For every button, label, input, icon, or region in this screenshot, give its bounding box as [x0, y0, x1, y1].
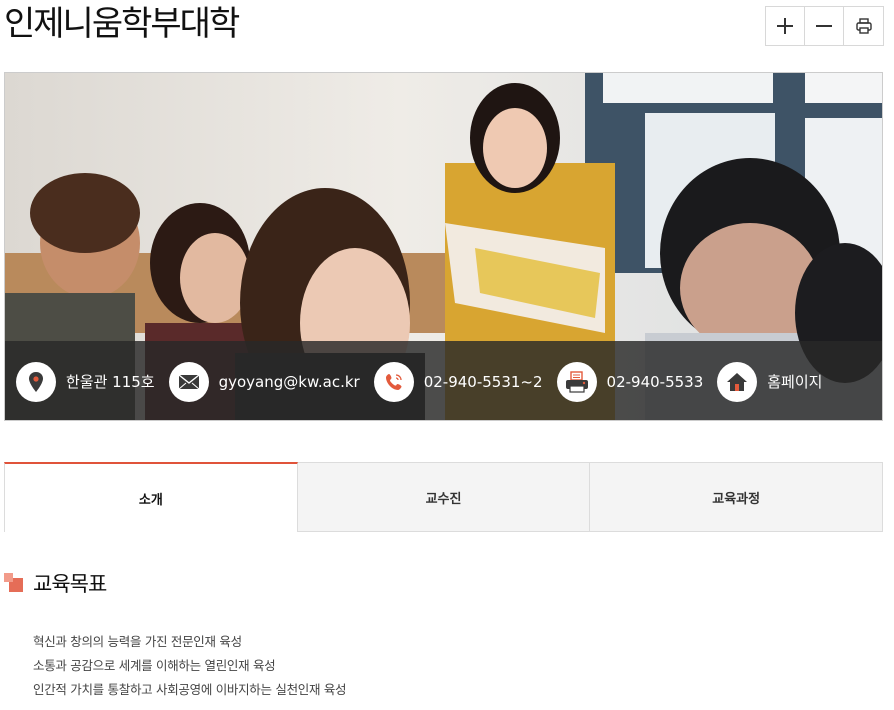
- education-goals-list: 혁신과 창의의 능력을 가진 전문인재 육성 소통과 공감으로 세계를 이해하는…: [33, 630, 347, 702]
- fax-text: 02-940-5533: [606, 372, 704, 391]
- homepage-info[interactable]: 홈페이지: [717, 361, 822, 402]
- minus-icon: [816, 25, 832, 27]
- list-item: 혁신과 창의의 능력을 가진 전문인재 육성: [33, 634, 242, 649]
- fax-info: 02-940-5533: [556, 361, 704, 402]
- fax-icon: [565, 370, 588, 393]
- location-text: 한울관 115호: [66, 373, 155, 391]
- phone-icon: [385, 373, 402, 390]
- printer-icon: [855, 18, 872, 34]
- department-tabs: 소개 교수진 교육과정: [4, 462, 884, 532]
- email-text[interactable]: gyoyang@kw.ac.kr: [219, 373, 360, 391]
- email-info[interactable]: gyoyang@kw.ac.kr: [168, 361, 360, 402]
- phone-text: 02-940-5531~2: [423, 372, 543, 391]
- section-bullet-icon: [4, 573, 24, 593]
- phone-info: 02-940-5531~2: [373, 361, 543, 402]
- location-info: 한울관 115호: [16, 361, 155, 402]
- map-pin-icon: [29, 371, 43, 392]
- section-header: 교육목표: [4, 568, 107, 598]
- list-item: 소통과 공감으로 세계를 이해하는 열린인재 육성: [33, 658, 276, 673]
- list-item: 인간적 가치를 통찰하고 사회공영에 이바지하는 실천인재 육성: [33, 682, 347, 697]
- page-tools: [765, 6, 884, 46]
- tab-faculty[interactable]: 교수진: [297, 462, 591, 532]
- print-button[interactable]: [844, 7, 883, 45]
- plus-icon: [777, 18, 793, 34]
- hero-banner: 한울관 115호 gyoyang@kw.ac.kr 02-940-5531~2: [4, 72, 883, 421]
- contact-info-bar: 한울관 115호 gyoyang@kw.ac.kr 02-940-5531~2: [5, 341, 882, 420]
- envelope-icon: [178, 373, 200, 389]
- homepage-link[interactable]: 홈페이지: [767, 371, 822, 392]
- tab-introduction[interactable]: 소개: [4, 462, 298, 532]
- zoom-out-button[interactable]: [805, 7, 844, 45]
- section-title: 교육목표: [33, 572, 107, 596]
- page-title: 인제니움학부대학: [4, 4, 240, 44]
- zoom-in-button[interactable]: [766, 7, 805, 45]
- home-icon: [727, 372, 748, 391]
- tab-curriculum[interactable]: 교육과정: [590, 462, 884, 532]
